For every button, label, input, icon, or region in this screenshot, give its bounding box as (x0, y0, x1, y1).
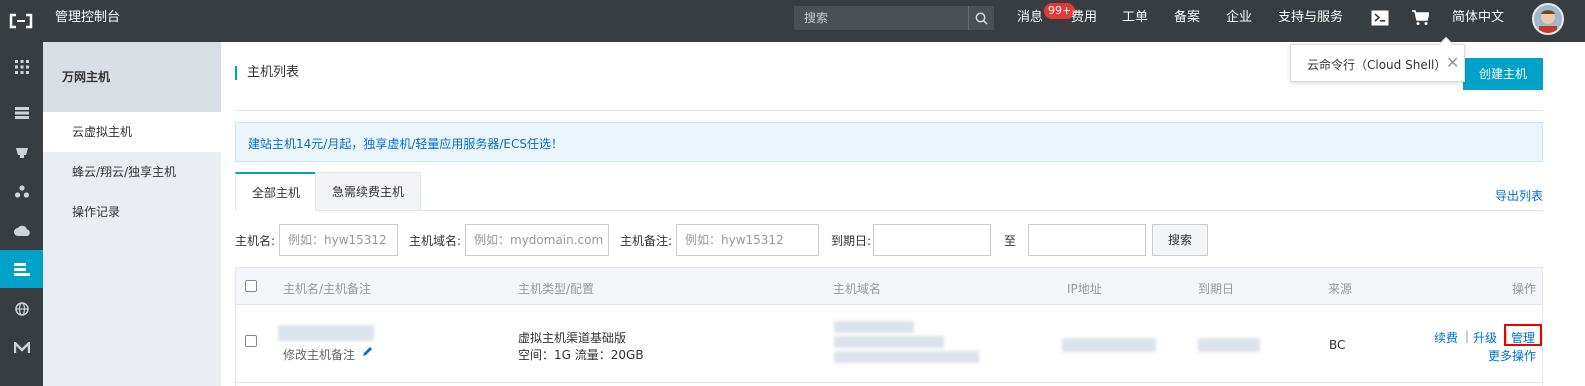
col-source: 来源 (1328, 282, 1353, 296)
filter-bar: 主机名: 主机域名: 主机备注: 到期日: 至 搜索 (235, 224, 1555, 256)
col-host-type: 主机类型/配置 (518, 282, 595, 296)
host-note-label: 主机备注: (620, 234, 673, 248)
ip-redacted (1062, 338, 1156, 352)
global-search (794, 6, 994, 30)
filter-search-button[interactable]: 搜索 (1152, 224, 1208, 256)
col-host-name: 主机名/主机备注 (283, 282, 372, 296)
console-title[interactable]: 管理控制台 (55, 0, 120, 36)
aliyun-logo-icon[interactable] (0, 0, 42, 42)
host-name-label: 主机名: (235, 234, 276, 248)
popover-text: 云命令行（Cloud Shell） (1307, 58, 1447, 72)
create-host-button[interactable]: 创建主机 (1463, 58, 1543, 90)
top-nav-bar: 管理控制台 消息 99+ 费用 工单 备案 企业 支持与服务 简体中文 (0, 0, 1585, 42)
nav-language[interactable]: 简体中文 (1452, 0, 1504, 36)
manage-highlight-box (1504, 324, 1542, 346)
host-domain-label: 主机域名: (409, 234, 462, 248)
domain-redacted (834, 321, 914, 333)
host-source: BC (1329, 338, 1346, 352)
subnav-item-dedicated-host[interactable]: 蜂云/翔云/独享主机 (43, 152, 221, 192)
host-domain-input[interactable] (465, 224, 609, 256)
nav-tickets[interactable]: 工单 (1122, 0, 1148, 36)
subnav-header: 万网主机 (43, 42, 221, 112)
database-icon[interactable] (0, 133, 43, 171)
host-note-input[interactable] (676, 224, 819, 256)
nav-billing[interactable]: 费用 (1071, 0, 1097, 36)
sub-navigation: 万网主机 云虚拟主机 蜂云/翔云/独享主机 操作记录 (43, 42, 221, 386)
domain-redacted (834, 336, 944, 348)
nav-icp[interactable]: 备案 (1174, 0, 1200, 36)
cloud-shell-icon[interactable] (1371, 9, 1389, 27)
nav-messages[interactable]: 消息 (1017, 0, 1043, 36)
row-checkbox[interactable] (245, 335, 257, 347)
tab-renewal-due[interactable]: 急需续费主机 (315, 172, 422, 211)
table-row: 修改主机备注 虚拟主机渠道基础版 空间：1G 流量：20GB BC 续费 | 升… (236, 305, 1542, 383)
popover-close-icon[interactable]: ✕ (1446, 53, 1459, 72)
global-search-input[interactable] (794, 6, 968, 30)
expire-date-from-input[interactable] (873, 224, 991, 256)
renew-link[interactable]: 续费 (1434, 329, 1458, 346)
cloud-shell-popover: 云命令行（Cloud Shell） ✕ (1290, 36, 1465, 82)
expire-redacted (1198, 338, 1260, 352)
host-name-redacted (278, 325, 374, 341)
promo-notice: 建站主机14元/月起，独享虚机/轻量应用服务器/ECS任选！ (235, 122, 1543, 162)
cart-icon[interactable] (1411, 9, 1429, 27)
marketplace-icon[interactable] (0, 329, 43, 367)
more-actions-link[interactable]: 更多操作 (1488, 347, 1536, 364)
export-list-link[interactable]: 导出列表 (1495, 187, 1543, 204)
select-all-checkbox[interactable] (245, 280, 257, 292)
globe-icon[interactable] (0, 290, 43, 328)
products-grid-icon[interactable] (0, 48, 43, 86)
edit-note-label: 修改主机备注 (283, 348, 356, 362)
table-header: 主机名/主机备注 主机类型/配置 主机域名 IP地址 到期日 来源 操作 (236, 268, 1542, 305)
tab-all-hosts[interactable]: 全部主机 (235, 172, 318, 211)
promo-notice-link[interactable]: 建站主机14元/月起，独享虚机/轻量应用服务器/ECS任选！ (248, 135, 563, 152)
main-content: 主机列表 创建主机 云命令行（Cloud Shell） ✕ 建站主机14元/月起… (221, 36, 1585, 386)
cloud-icon[interactable] (0, 211, 43, 249)
host-config: 空间：1G 流量：20GB (518, 348, 644, 362)
hosting-icon[interactable] (0, 250, 43, 288)
expire-date-label: 到期日: (831, 234, 872, 248)
nav-support[interactable]: 支持与服务 (1278, 0, 1343, 36)
page-title: 主机列表 (235, 66, 299, 80)
host-name-input[interactable] (279, 224, 398, 256)
host-tabs: 全部主机 急需续费主机 (235, 172, 1543, 211)
subnav-item-operation-log[interactable]: 操作记录 (43, 192, 221, 232)
edit-pencil-icon[interactable] (362, 345, 374, 360)
server-icon[interactable] (0, 94, 43, 132)
user-avatar[interactable] (1532, 3, 1564, 35)
search-icon[interactable] (968, 6, 994, 30)
col-expire: 到期日 (1198, 282, 1235, 296)
col-ip: IP地址 (1067, 282, 1102, 296)
title-divider (235, 110, 1543, 111)
date-range-to-label: 至 (1004, 234, 1017, 248)
upgrade-link[interactable]: 升级 (1473, 329, 1497, 346)
col-actions: 操作 (1512, 282, 1537, 296)
nav-enterprise[interactable]: 企业 (1226, 0, 1252, 36)
action-separator: | (1465, 329, 1470, 343)
host-table: 主机名/主机备注 主机类型/配置 主机域名 IP地址 到期日 来源 操作 修改主… (235, 267, 1543, 386)
host-type: 虚拟主机渠道基础版 (518, 331, 627, 345)
domain-redacted (834, 351, 979, 363)
expire-date-to-input[interactable] (1028, 224, 1146, 256)
col-domain: 主机域名 (833, 282, 882, 296)
network-icon[interactable] (0, 172, 43, 210)
left-icon-rail (0, 42, 43, 386)
subnav-item-virtual-host[interactable]: 云虚拟主机 (43, 112, 221, 152)
